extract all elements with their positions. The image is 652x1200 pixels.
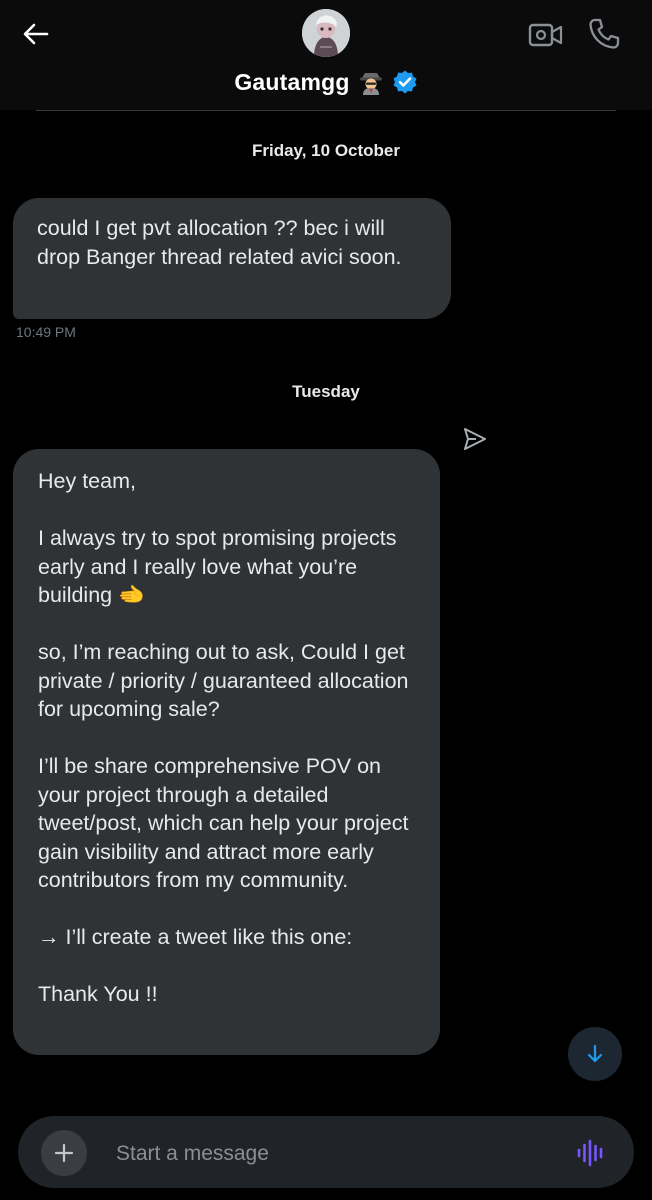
message-input[interactable] [114,1136,558,1172]
video-call-icon [528,23,563,47]
verified-badge-icon [392,69,418,95]
date-separator: Tuesday [292,382,360,401]
message-paragraph: so, I’m reaching out to ask, Could I get… [38,640,409,721]
date-separator: Friday, 10 October [251,141,400,160]
message-composer [18,1116,634,1188]
message-timestamp: 10:49 PM [16,324,76,340]
contact-title[interactable]: Gautamgg [0,64,652,100]
detective-emoji-icon [358,69,384,95]
message-paragraph: → I’ll create a tweet like this one: [38,925,353,949]
received-message-bubble[interactable]: could I get pvt allocation ?? bec i will… [13,198,451,319]
arrow-down-icon [587,1044,603,1063]
back-button[interactable] [18,16,54,52]
video-call-button[interactable] [528,18,564,52]
avatar[interactable] [302,9,350,57]
phone-icon [589,18,620,49]
voice-message-button[interactable] [576,1138,606,1168]
add-attachment-button[interactable] [41,1130,87,1176]
phone-call-button[interactable] [586,16,622,52]
plus-icon [54,1143,74,1163]
received-message-bubble[interactable]: Hey team, I always try to spot promising… [13,449,440,1055]
header-divider [36,110,616,111]
message-paragraph: I always try to spot promising projects … [38,526,397,607]
send-icon [462,426,488,452]
message-text: could I get pvt allocation ?? bec i will… [37,216,402,269]
contact-name: Gautamgg [234,68,350,95]
message-paragraph: Thank You !! [38,982,158,1006]
scroll-to-bottom-button[interactable] [568,1027,622,1081]
arrow-left-icon [23,23,49,45]
conversation-header: Gautamgg [0,0,652,110]
voice-wave-icon [577,1139,603,1167]
message-paragraph: I’ll be share comprehensive POV on your … [38,754,409,892]
message-paragraph: Hey team, [38,469,136,493]
